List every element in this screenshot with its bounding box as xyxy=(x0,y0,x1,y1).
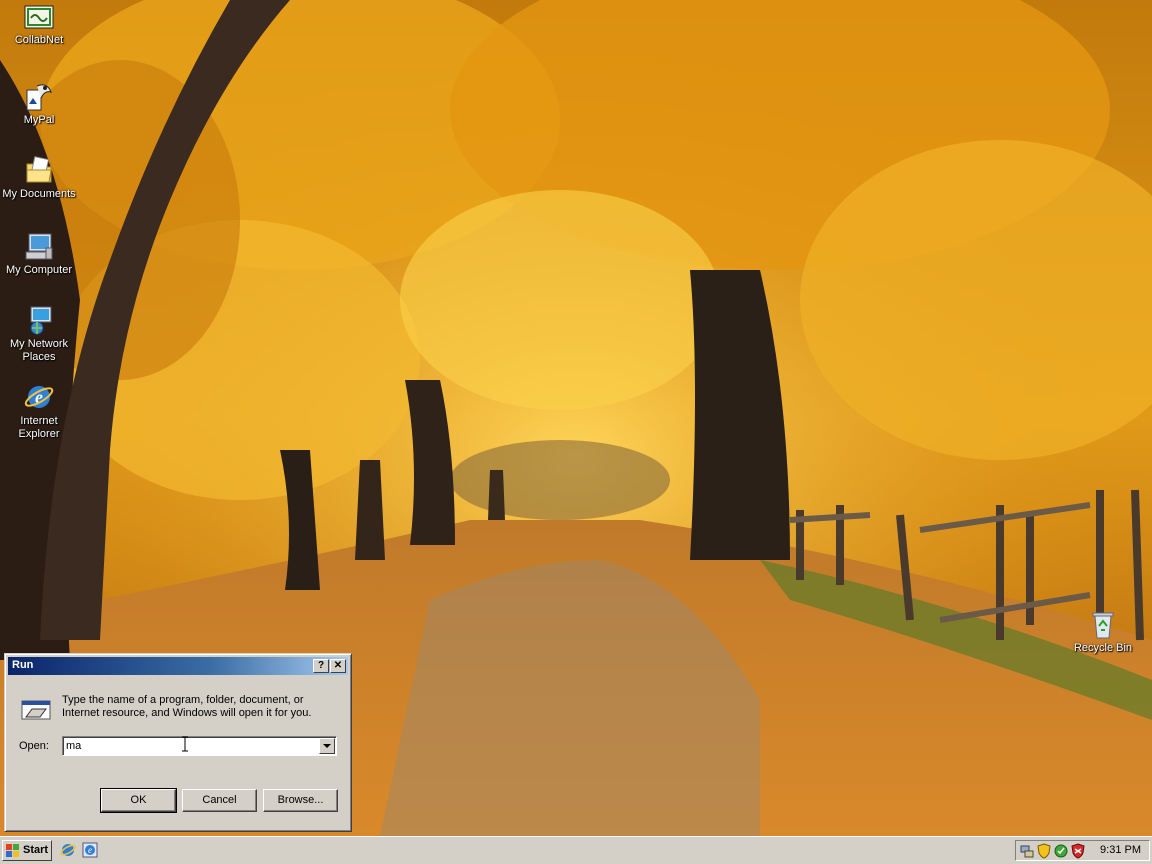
open-label: Open: xyxy=(19,740,49,752)
browse-button[interactable]: Browse... xyxy=(263,789,338,812)
desktop-icon-my-computer[interactable]: My Computer xyxy=(0,230,78,277)
windows-logo-icon xyxy=(6,844,19,857)
desktop-icon-internet-explorer[interactable]: e Internet Explorer xyxy=(0,381,78,441)
desktop-icon-label: Internet Explorer xyxy=(18,415,60,440)
taskbar: Start e 9:31 PM xyxy=(0,836,1152,864)
security-tray-icon[interactable] xyxy=(1070,843,1086,859)
help-button[interactable]: ? xyxy=(313,659,329,673)
run-program-icon xyxy=(21,700,51,720)
desktop-icon-recycle-bin[interactable]: Recycle Bin xyxy=(1064,608,1142,655)
open-combobox[interactable] xyxy=(62,736,337,756)
dialog-title: Run xyxy=(12,659,34,671)
start-label: Start xyxy=(23,844,49,856)
internet-explorer-icon[interactable] xyxy=(60,842,76,858)
run-titlebar[interactable]: Run ? ✕ xyxy=(8,657,348,675)
recycle-bin-icon xyxy=(1092,612,1114,639)
system-tray: 9:31 PM xyxy=(1015,840,1150,861)
desktop-icon-label: CollabNet xyxy=(14,34,64,46)
desktop-icon-label: My Network Places xyxy=(9,338,69,363)
clock[interactable]: 9:31 PM xyxy=(1100,844,1141,856)
svg-text:e: e xyxy=(88,845,92,855)
chevron-down-icon[interactable] xyxy=(319,738,335,754)
run-description: Type the name of a program, folder, docu… xyxy=(62,694,312,719)
desktop-icon-label: My Computer xyxy=(5,264,73,276)
desktop-icon-my-documents[interactable]: My Documents xyxy=(0,154,78,201)
desktop-icon-label: My Documents xyxy=(2,188,76,200)
shield-tray-icon[interactable] xyxy=(1036,843,1052,859)
start-button[interactable]: Start xyxy=(2,840,52,861)
desktop-icon-label: MyPal xyxy=(23,114,55,126)
close-button[interactable]: ✕ xyxy=(330,659,346,673)
open-input[interactable] xyxy=(66,739,316,753)
network-places-icon xyxy=(30,306,52,335)
desktop-icon-mypal[interactable]: MyPal xyxy=(0,82,78,127)
my-documents-folder-icon xyxy=(26,156,52,183)
desktop-icon-collabnet[interactable]: CollabNet xyxy=(0,4,78,47)
desktop-icon-my-network-places[interactable]: My Network Places xyxy=(0,304,78,364)
mypal-icon xyxy=(26,84,52,111)
network-tray-icon[interactable] xyxy=(1019,843,1035,859)
desktop-icon-label: Recycle Bin xyxy=(1073,642,1133,654)
collabnet-icon xyxy=(24,5,54,29)
internet-explorer-icon: e xyxy=(24,386,54,408)
cancel-button[interactable]: Cancel xyxy=(182,789,257,812)
ok-button[interactable]: OK xyxy=(100,788,177,813)
ibeam-cursor-icon xyxy=(182,736,188,752)
antivirus-tray-icon[interactable] xyxy=(1053,843,1069,859)
run-dialog: Run ? ✕ Type the name of a program, fold… xyxy=(4,653,352,832)
ie-alt-icon[interactable]: e xyxy=(82,842,98,858)
my-computer-icon xyxy=(25,233,53,260)
